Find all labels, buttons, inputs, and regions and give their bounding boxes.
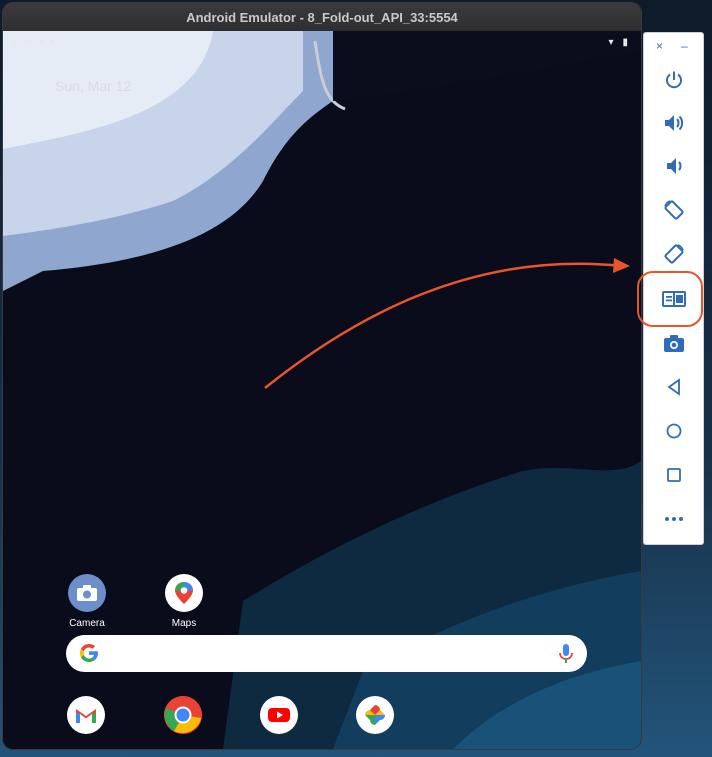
app-label: Maps: [171, 618, 197, 629]
home-button[interactable]: [661, 418, 687, 444]
rotate-right-icon: [664, 244, 684, 264]
more-icon: [665, 517, 683, 521]
gmail-app-icon[interactable]: [67, 696, 105, 734]
rotate-right-button[interactable]: [661, 241, 687, 267]
voice-search-mic-icon[interactable]: [559, 643, 573, 670]
app-label: Camera: [69, 618, 105, 629]
panel-close-button[interactable]: ×: [656, 39, 663, 53]
youtube-app-icon[interactable]: [260, 696, 298, 734]
more-button[interactable]: [661, 506, 687, 532]
power-icon: [666, 71, 682, 89]
emulator-window: Android Emulator - 8_Fold-out_API_33:555…: [3, 3, 641, 749]
power-button[interactable]: [661, 67, 687, 93]
fold-button-highlight: [637, 271, 703, 327]
status-bar: 1:50 ● ♦ ▾ ▮: [3, 31, 641, 53]
status-time: 1:50: [11, 36, 33, 48]
device-screen[interactable]: 1:50 ● ♦ ▾ ▮ Sun, Mar 12 Camera Maps: [3, 31, 641, 749]
volume-up-icon: [665, 115, 684, 131]
home-date: Sun, Mar 12: [55, 78, 132, 94]
google-search-bar[interactable]: [66, 635, 587, 672]
back-button[interactable]: [661, 374, 687, 400]
back-icon: [667, 378, 680, 396]
maps-app-icon: [165, 574, 203, 612]
rotate-left-button[interactable]: [661, 197, 687, 223]
app-camera[interactable]: Camera: [47, 574, 127, 629]
overview-icon: [667, 468, 681, 482]
camera-screenshot-icon: [664, 335, 684, 352]
photos-app-icon[interactable]: [356, 696, 394, 734]
screenshot-button[interactable]: [661, 330, 687, 356]
panel-minimize-button[interactable]: –: [681, 39, 688, 53]
rotate-left-icon: [664, 200, 684, 220]
message-notification-icon: ●: [38, 36, 45, 48]
volume-up-button[interactable]: [661, 110, 687, 136]
app-maps[interactable]: Maps: [144, 574, 224, 629]
chrome-app-icon[interactable]: [164, 696, 202, 734]
overview-button[interactable]: [661, 462, 687, 488]
home-icon: [666, 423, 682, 439]
wifi-icon: ▾: [608, 36, 614, 48]
camera-app-icon: [68, 574, 106, 612]
volume-down-button[interactable]: [661, 153, 687, 179]
google-g-icon: [78, 642, 100, 669]
volume-down-icon: [667, 158, 682, 174]
battery-icon: ▮: [622, 36, 628, 48]
mic-notification-icon: ♦: [49, 36, 55, 48]
window-title: Android Emulator - 8_Fold-out_API_33:555…: [3, 3, 641, 32]
